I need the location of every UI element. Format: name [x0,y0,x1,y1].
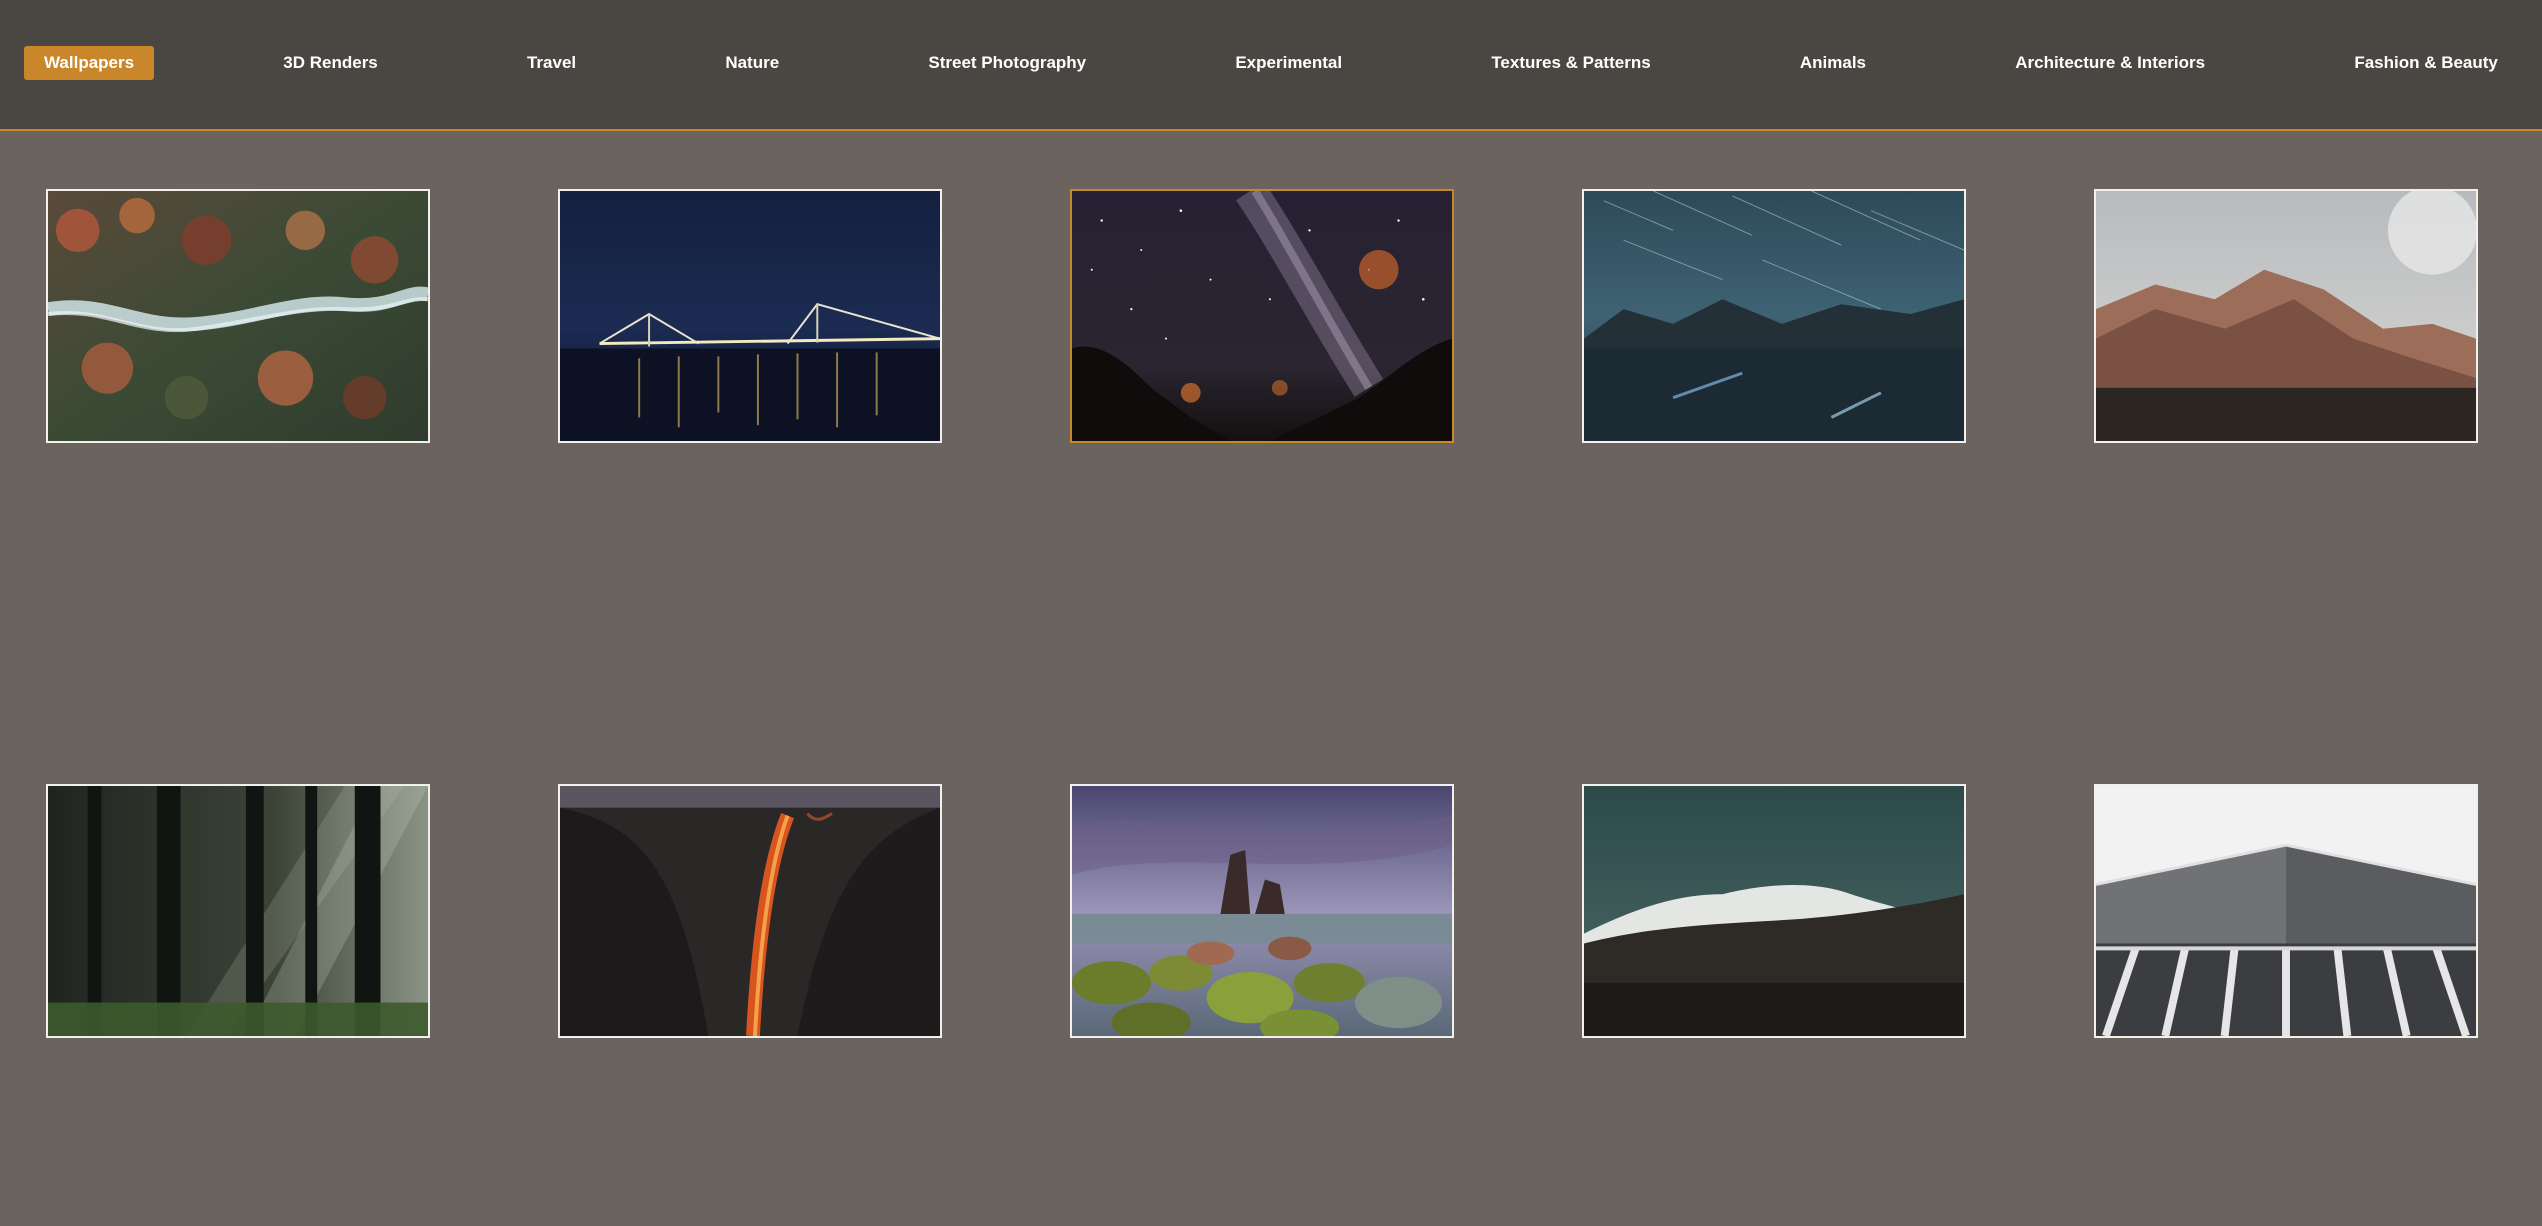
sunlit-forest-image [48,786,428,1036]
star-trails-image [1584,191,1964,441]
mountain-peak-image [2096,191,2476,441]
photo-tile-firefall[interactable] [558,784,942,1038]
mossy-boulders-image [1072,786,1452,1036]
photo-tile-snowy-mountain[interactable] [1582,784,1966,1038]
photo-tile-star-trails[interactable] [1582,189,1966,443]
photo-tile-mountain-peak[interactable] [2094,189,2478,443]
photo-tile-night-bridge[interactable] [558,189,942,443]
snowy-mountain-image [1584,786,1964,1036]
photo-grid [0,0,2542,1226]
photo-tile-mossy-boulders[interactable] [1070,784,1454,1038]
photo-tile-aerial-forest[interactable] [46,189,430,443]
photo-tile-modern-roof[interactable] [2094,784,2478,1038]
milky-way-image [1072,191,1452,441]
night-bridge-image [560,191,940,441]
photo-tile-milky-way[interactable] [1070,189,1454,443]
aerial-forest-image [48,191,428,441]
modern-roof-image [2096,786,2476,1036]
photo-tile-sunlit-forest[interactable] [46,784,430,1038]
firefall-image [560,786,940,1036]
